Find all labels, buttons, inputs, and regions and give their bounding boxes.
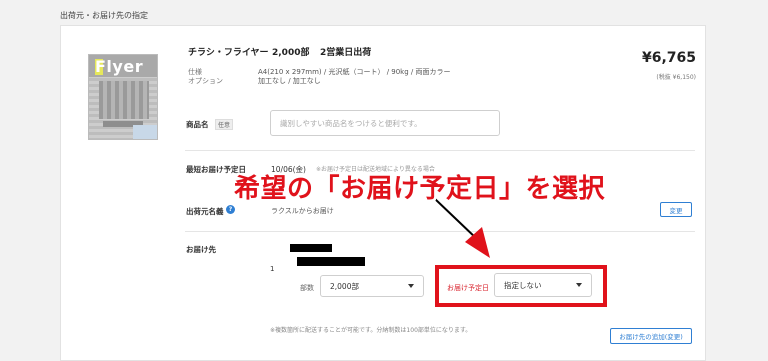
product-thumbnail: Flyer [88,54,158,140]
destination-label: お届け先 [186,245,216,254]
origin-name-value: ラクスルからお届け [271,207,334,215]
item-name-input[interactable]: 識別しやすい商品名をつけると便利です。 [270,110,500,136]
change-origin-button[interactable]: 変更 [660,202,692,217]
product-shipping: 2営業日出荷 [320,48,372,58]
product-name: チラシ・フライヤー [188,48,269,58]
option-value: 加工なし / 加工なし [258,77,321,85]
item-name-label: 商品名 [186,120,209,129]
add-destination-button[interactable]: お届け先の追加(変更) [610,328,692,344]
price-tax-excluded: (税抜 ¥6,150) [656,74,696,81]
chevron-down-icon [408,284,414,288]
quantity-label: 部数 [300,284,314,292]
option-label: オプション [188,77,223,85]
redacted-address [297,257,365,266]
help-icon[interactable]: ? [226,205,235,214]
annotation-text: 希望の「お届け予定日」を選択 [234,174,606,204]
thumbnail-title: Flyer [95,57,144,76]
quantity-select[interactable]: 2,000部 [320,275,424,297]
redacted-name [290,244,332,252]
destination-index: 1 [270,265,275,273]
quantity-select-value: 2,000部 [330,281,359,291]
multi-destination-note: ※複数箇所に配送することが可能です。分納制数は100部単位になります。 [270,327,472,334]
origin-name-label: 出荷元名義 [186,207,224,216]
product-quantity: 2,000部 [272,48,310,58]
divider [185,150,695,151]
section-title: 出荷元・お届け先の指定 [60,11,148,20]
highlight-box [435,265,607,307]
optional-badge: 任意 [215,119,234,130]
price: ¥6,765 [641,50,696,66]
